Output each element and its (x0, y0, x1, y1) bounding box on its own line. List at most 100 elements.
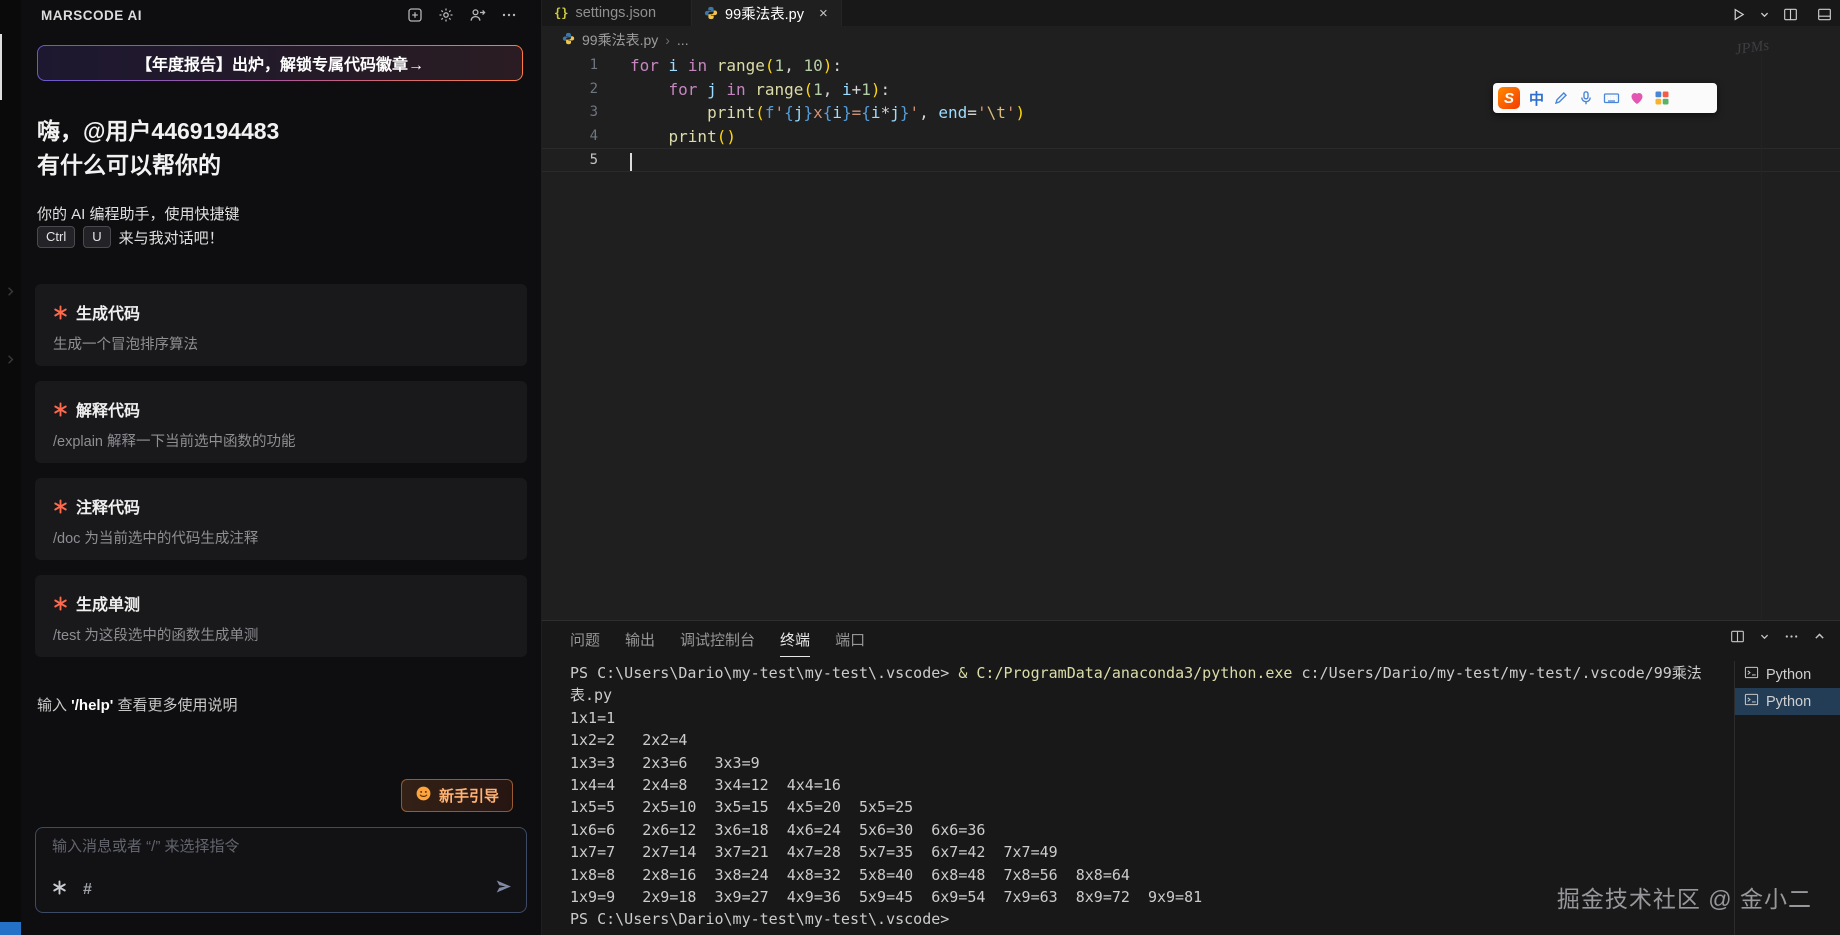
terminal-line: 1x9=9 2x9=18 3x9=27 4x9=36 5x9=45 6x9=54… (570, 886, 1728, 908)
greeting: 嗨，@用户4469194483 有什么可以帮你的 (37, 114, 279, 182)
editor-tab-settings.json[interactable]: {} settings.json (542, 0, 692, 26)
code-text: for j in range(1, i+1): (598, 78, 890, 102)
layout-icon[interactable] (1817, 7, 1832, 22)
terminal-line: 1x7=7 2x7=14 3x7=21 4x7=28 5x7=35 6x7=42… (570, 841, 1728, 863)
assistant-header-actions (407, 7, 517, 23)
guide-button-label: 新手引导 (439, 785, 499, 806)
json-icon: {} (554, 6, 568, 20)
ime-lang-toggle[interactable]: 中 (1529, 88, 1544, 109)
card-title-row: 生成单测 (53, 591, 509, 615)
card-title-row: 解释代码 (53, 397, 509, 421)
spark-icon[interactable] (52, 880, 67, 900)
terminal-output[interactable]: PS C:\Users\Dario\my-test\my-test\.vscod… (570, 662, 1728, 931)
ime-keyboard-icon[interactable] (1603, 90, 1620, 106)
ime-skin-icon[interactable] (1629, 90, 1645, 106)
key-ctrl: Ctrl (37, 226, 75, 248)
card-title: 生成单测 (76, 591, 140, 615)
terminal-line: 1x2=2 2x2=4 (570, 729, 1728, 751)
line-number: 4 (542, 125, 598, 149)
hash-command-icon[interactable]: # (83, 881, 92, 899)
card-title: 生成代码 (76, 300, 140, 324)
panel-tab-终端[interactable]: 终端 (780, 629, 810, 657)
suggestion-card-4[interactable]: 生成单测/test 为这段选中的函数生成单测 (35, 575, 527, 657)
line-number: 1 (542, 54, 598, 78)
new-chat-icon[interactable] (407, 7, 423, 23)
more-icon[interactable] (501, 7, 517, 23)
shortcut-hint-suffix: 来与我对话吧！ (119, 227, 224, 248)
panel-tab-问题[interactable]: 问题 (570, 629, 600, 657)
terminal-icon (1744, 665, 1759, 684)
chat-input-box[interactable]: # (35, 827, 527, 913)
smiley-icon (415, 785, 432, 806)
panel-tab-调试控制台[interactable]: 调试控制台 (680, 629, 755, 657)
terminal-instance-1[interactable]: Python (1735, 661, 1840, 688)
code-text: print() (598, 125, 736, 149)
spark-icon (53, 402, 68, 417)
card-description: /test 为这段选中的函数生成单测 (53, 624, 509, 645)
panel-tab-端口[interactable]: 端口 (835, 629, 865, 657)
annual-report-banner[interactable]: 【年度报告】出炉，解锁专属代码徽章→ (37, 45, 523, 81)
bottom-panel: 问题输出调试控制台终端端口 PS C:\Users\Dario\my-test\… (542, 620, 1840, 935)
activity-bar-icon[interactable] (3, 284, 18, 299)
chevron-down-icon[interactable] (1759, 631, 1770, 642)
vscode-window: MARSCODE AI 【年度报告】出炉，解锁专属代码徽章→ 嗨，@用户4469… (0, 0, 1840, 935)
chat-input[interactable] (52, 838, 510, 855)
chevron-up-icon[interactable] (1813, 630, 1826, 643)
split-editor-icon[interactable] (1783, 7, 1798, 22)
account-icon[interactable] (469, 7, 486, 23)
breadcrumb-file: 99乘法表.py (582, 30, 658, 50)
shortcut-hint-row: Ctrl U 来与我对话吧！ (37, 226, 224, 248)
terminal-instance-2[interactable]: Python (1735, 688, 1840, 715)
suggestion-card-2[interactable]: 解释代码/explain 解释一下当前选中函数的功能 (35, 381, 527, 463)
python-icon (562, 32, 575, 48)
suggestion-cards: 生成代码生成一个冒泡排序算法解释代码/explain 解释一下当前选中函数的功能… (35, 284, 527, 672)
marscode-ai-panel: MARSCODE AI 【年度报告】出炉，解锁专属代码徽章→ 嗨，@用户4469… (21, 0, 542, 935)
run-icon[interactable] (1731, 7, 1746, 22)
terminal-label: Python (1766, 667, 1811, 683)
panel-actions (1730, 629, 1826, 644)
remote-indicator[interactable] (0, 922, 21, 935)
send-icon[interactable] (495, 878, 512, 900)
chevron-down-icon[interactable] (1759, 9, 1770, 20)
line-number: 3 (542, 101, 598, 125)
tab-label: 99乘法表.py (725, 3, 804, 24)
assistant-header: MARSCODE AI (21, 0, 541, 30)
suggestion-card-1[interactable]: 生成代码生成一个冒泡排序算法 (35, 284, 527, 366)
editor-tab-99乘法表.py[interactable]: 99乘法表.py × (692, 0, 842, 26)
tab-label: settings.json (575, 5, 656, 21)
ime-pen-icon[interactable] (1553, 90, 1569, 106)
split-terminal-icon[interactable] (1730, 629, 1745, 644)
sogou-logo[interactable]: S (1498, 87, 1520, 109)
panel-tab-输出[interactable]: 输出 (625, 629, 655, 657)
code-editor[interactable]: 1for i in range(1, 10):2 for j in range(… (542, 54, 1840, 620)
card-title: 注释代码 (76, 494, 140, 518)
terminal-line: 1x4=4 2x4=8 3x4=12 4x4=16 (570, 774, 1728, 796)
active-view-indicator (0, 34, 2, 100)
spark-icon (53, 305, 68, 320)
scrollbar-gutter (1761, 54, 1762, 620)
breadcrumb[interactable]: 99乘法表.py › ... (542, 26, 1840, 54)
code-text: for i in range(1, 10): (598, 54, 842, 78)
terminal-line: 1x6=6 2x6=12 3x6=18 4x6=24 5x6=30 6x6=36 (570, 819, 1728, 841)
ime-toolbar: S 中 (1493, 83, 1717, 113)
terminal-line: 1x1=1 (570, 707, 1728, 729)
ime-toolbox-icon[interactable] (1654, 90, 1670, 106)
help-post: 查看更多使用说明 (113, 697, 237, 714)
spark-icon (53, 596, 68, 611)
terminal-label: Python (1766, 694, 1811, 710)
line-number: 2 (542, 78, 598, 102)
card-description: 生成一个冒泡排序算法 (53, 333, 509, 354)
gear-icon[interactable] (438, 7, 454, 23)
ime-mic-icon[interactable] (1578, 90, 1594, 106)
line-number: 5 (542, 149, 598, 171)
beginner-guide-button[interactable]: 新手引导 (401, 779, 513, 812)
card-description: /explain 解释一下当前选中函数的功能 (53, 430, 509, 451)
suggestion-card-3[interactable]: 注释代码/doc 为当前选中的代码生成注释 (35, 478, 527, 560)
more-icon[interactable] (1784, 629, 1799, 644)
breadcrumb-more: ... (677, 32, 689, 48)
help-hint: 输入 '/help' 查看更多使用说明 (37, 694, 237, 715)
greeting-line2: 有什么可以帮你的 (37, 148, 279, 182)
activity-bar-icon[interactable] (3, 352, 18, 367)
close-icon[interactable]: × (819, 5, 828, 22)
help-pre: 输入 (37, 697, 71, 714)
